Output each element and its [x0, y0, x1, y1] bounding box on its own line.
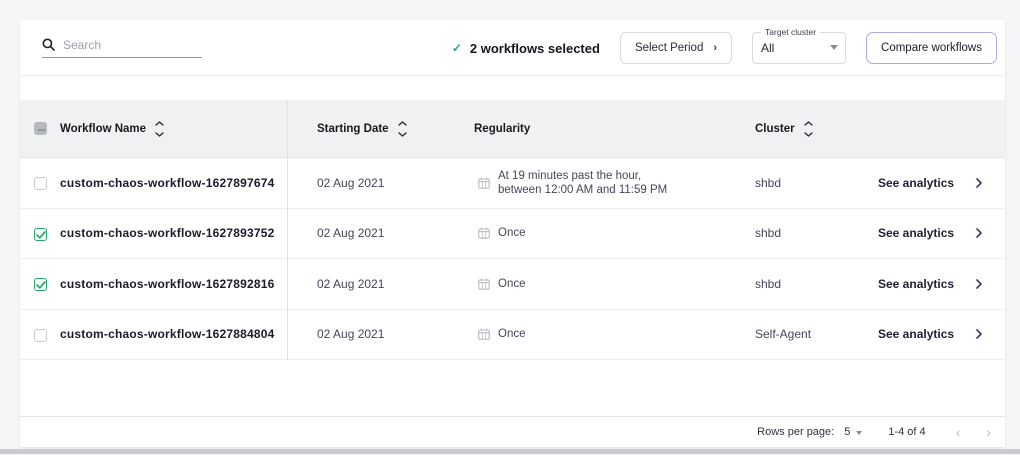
search-input[interactable] [63, 38, 183, 52]
column-header-starting-date: Starting Date [317, 100, 407, 158]
calendar-icon [478, 278, 490, 290]
starting-date: 02 Aug 2021 [317, 259, 384, 309]
table-row: custom-chaos-workflow-1627893752 02 Aug … [20, 209, 1005, 260]
pagination-range: 1-4 of 4 [888, 426, 925, 438]
sort-starting-date[interactable] [398, 121, 407, 137]
calendar-icon [478, 227, 490, 239]
target-cluster-label: Target cluster [761, 27, 820, 37]
calendar-icon [478, 177, 490, 189]
pagination-arrows: ‹ › [956, 425, 991, 439]
sort-workflow-name[interactable] [155, 121, 164, 137]
regularity-cell: Once [478, 259, 526, 309]
rows-per-page-select[interactable]: 5 [844, 426, 862, 438]
table-row: custom-chaos-workflow-1627897674 02 Aug … [20, 158, 1005, 209]
cluster-value: shbd [755, 209, 781, 259]
toolbar: ✓ 2 workflows selected Select Period › T… [20, 20, 1005, 76]
workflow-name: custom-chaos-workflow-1627892816 [60, 259, 274, 309]
chevron-up-icon [804, 121, 813, 126]
row-checkbox[interactable] [34, 329, 47, 342]
target-cluster-value: All [761, 41, 774, 55]
cluster-value: Self-Agent [755, 310, 811, 360]
column-header-workflow-name: Workflow Name [60, 100, 164, 158]
chevron-up-icon [155, 121, 164, 126]
table-footer: Rows per page: 5 1-4 of 4 ‹ › [20, 416, 1005, 447]
toolbar-actions: ✓ 2 workflows selected Select Period › T… [452, 20, 997, 76]
regularity-cell: Once [478, 310, 526, 360]
search-field[interactable] [42, 38, 202, 58]
regularity-line2: between 12:00 AM and 11:59 PM [498, 183, 667, 197]
regularity-line1: Once [498, 327, 526, 341]
chevron-up-icon [398, 121, 407, 126]
workflow-name: custom-chaos-workflow-1627884804 [60, 310, 274, 360]
regularity-line1: At 19 minutes past the hour, [498, 169, 667, 183]
chevron-right-icon: › [713, 42, 717, 54]
see-analytics-link[interactable]: See analytics [878, 209, 982, 259]
calendar-icon [478, 328, 490, 340]
regularity-line1: Once [498, 226, 526, 240]
row-checkbox[interactable] [34, 278, 47, 291]
select-all-checkbox[interactable] [34, 122, 47, 135]
sort-cluster[interactable] [804, 121, 813, 137]
see-analytics-link[interactable]: See analytics [878, 158, 982, 208]
regularity-line1: Once [498, 277, 526, 291]
check-icon: ✓ [452, 41, 462, 55]
previous-page-button[interactable]: ‹ [956, 425, 961, 439]
compare-workflows-button[interactable]: Compare workflows [866, 32, 997, 64]
rows-per-page-label: Rows per page: [757, 426, 834, 438]
table-header: Workflow Name Starting Date Regularity C… [20, 100, 1005, 158]
table-body: custom-chaos-workflow-1627897674 02 Aug … [20, 158, 1005, 360]
dropdown-caret-icon [830, 45, 838, 50]
workflow-name: custom-chaos-workflow-1627897674 [60, 158, 274, 208]
regularity-cell: Once [478, 209, 526, 259]
dropdown-caret-icon [856, 431, 862, 435]
see-analytics-link[interactable]: See analytics [878, 310, 982, 360]
row-checkbox[interactable] [34, 177, 47, 190]
column-divider [287, 100, 288, 360]
chevron-down-icon [398, 132, 407, 137]
chevron-right-icon [976, 178, 982, 188]
chevron-down-icon [155, 132, 164, 137]
cluster-value: shbd [755, 259, 781, 309]
table-row: custom-chaos-workflow-1627892816 02 Aug … [20, 259, 1005, 310]
cluster-value: shbd [755, 158, 781, 208]
horizontal-scrollbar[interactable] [0, 449, 1020, 454]
starting-date: 02 Aug 2021 [317, 209, 384, 259]
regularity-cell: At 19 minutes past the hour, between 12:… [478, 158, 667, 208]
select-period-button[interactable]: Select Period › [620, 32, 732, 64]
workflow-comparison-panel: ✓ 2 workflows selected Select Period › T… [20, 20, 1005, 447]
search-icon [42, 38, 55, 51]
column-header-regularity: Regularity [474, 100, 530, 158]
selected-workflows-status: ✓ 2 workflows selected [452, 41, 600, 56]
next-page-button[interactable]: › [986, 425, 991, 439]
rows-per-page: Rows per page: 5 [757, 426, 862, 438]
column-header-cluster: Cluster [755, 100, 813, 158]
table-row: custom-chaos-workflow-1627884804 02 Aug … [20, 310, 1005, 361]
chevron-right-icon [976, 329, 982, 339]
target-cluster-select[interactable]: Target cluster All [752, 32, 846, 64]
selected-workflows-text: 2 workflows selected [470, 41, 600, 56]
chevron-down-icon [804, 132, 813, 137]
see-analytics-link[interactable]: See analytics [878, 259, 982, 309]
workflow-name: custom-chaos-workflow-1627893752 [60, 209, 274, 259]
chevron-right-icon [976, 228, 982, 238]
row-checkbox[interactable] [34, 228, 47, 241]
starting-date: 02 Aug 2021 [317, 158, 384, 208]
starting-date: 02 Aug 2021 [317, 310, 384, 360]
chevron-right-icon [976, 279, 982, 289]
